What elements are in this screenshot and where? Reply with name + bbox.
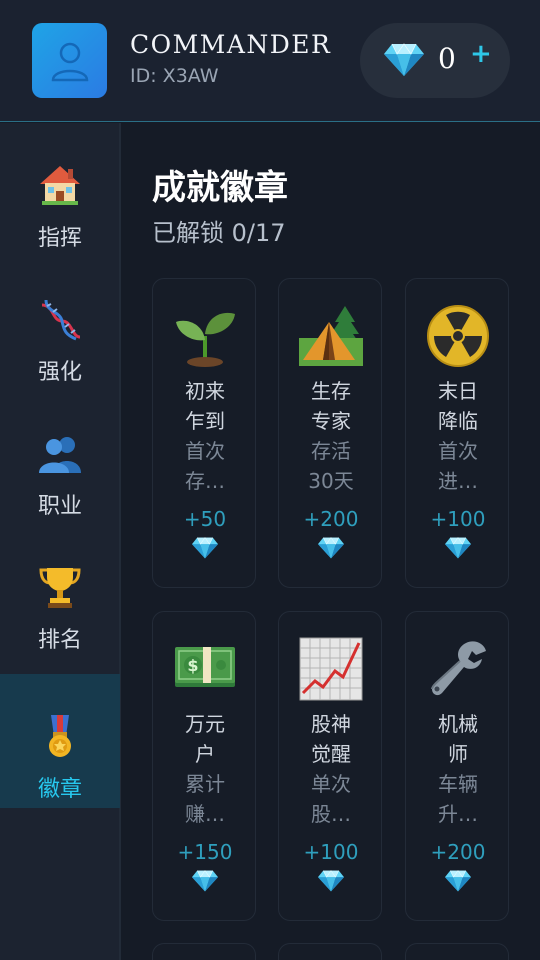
money-icon: $ <box>173 637 237 701</box>
sidebar-item-label: 排名 <box>37 628 82 653</box>
seedling-icon <box>173 304 237 368</box>
sidebar-item-label: 徽章 <box>37 777 82 802</box>
sidebar-item-profession[interactable]: 职业 <box>0 391 120 525</box>
badge-description: 首次 进… <box>438 439 478 493</box>
badge-reward: +100 <box>303 840 359 864</box>
avatar[interactable] <box>32 23 107 98</box>
badge-reward: +100 <box>430 507 486 531</box>
badge-description: 累计 赚… <box>185 772 225 826</box>
sidebar-item-ranking[interactable]: 排名 <box>0 525 120 659</box>
sidebar-item-command[interactable]: 指挥 <box>0 123 120 257</box>
badge-card[interactable] <box>152 943 256 960</box>
radioactive-icon <box>426 304 490 368</box>
badge-name: 机械师 <box>438 712 478 766</box>
dna-icon <box>38 297 82 341</box>
badge-name: 股神 觉醒 <box>311 712 351 766</box>
svg-text:$: $ <box>187 656 198 675</box>
sidebar-item-label: 强化 <box>37 360 82 385</box>
gem-icon <box>445 535 471 561</box>
badge-reward: +200 <box>430 840 486 864</box>
sidebar-item-enhance[interactable]: 强化 <box>0 257 120 391</box>
badge-card[interactable]: 机械师 车辆 升… +200 <box>405 611 509 921</box>
badge-description: 车辆 升… <box>438 772 478 826</box>
badge-description: 存活 30天 <box>308 439 354 493</box>
user-name: COMMANDER <box>130 30 332 59</box>
trophy-icon <box>38 565 82 609</box>
gem-icon <box>318 535 344 561</box>
gem-icon <box>445 868 471 894</box>
house-icon <box>38 163 82 207</box>
medal-icon <box>38 714 82 758</box>
badge-description: 单次 股… <box>311 772 351 826</box>
badge-name: 初来 乍到 <box>185 379 225 433</box>
badge-name: 生存 专家 <box>311 379 351 433</box>
main-content: 成就徽章 已解锁 0/17 初来 乍到 首次 存… +50 生存 专家 存活 3… <box>122 123 540 960</box>
badge-reward: +50 <box>183 507 227 531</box>
app-root: COMMANDER ID: X3AW 0 + 指挥 强化 职业 排名 徽章 成就… <box>0 0 540 960</box>
gem-icon <box>384 40 424 80</box>
badge-reward: +150 <box>177 840 233 864</box>
camping-icon <box>299 304 363 368</box>
people-icon <box>38 431 82 475</box>
badge-name: 末日 降临 <box>438 379 478 433</box>
sidebar-item-badges[interactable]: 徽章 <box>0 674 120 808</box>
gem-icon <box>192 535 218 561</box>
badge-card[interactable]: $ 万元户 累计 赚… +150 <box>152 611 256 921</box>
gem-count: 0 <box>438 42 456 75</box>
badge-card[interactable]: 初来 乍到 首次 存… +50 <box>152 278 256 588</box>
user-icon <box>51 42 88 81</box>
unlock-status: 已解锁 0/17 <box>152 219 286 247</box>
header: COMMANDER ID: X3AW 0 + <box>0 0 540 122</box>
add-gems-button[interactable]: + <box>470 41 492 67</box>
badge-card[interactable]: 股神 觉醒 单次 股… +100 <box>278 611 382 921</box>
badge-card[interactable] <box>278 943 382 960</box>
badge-reward: +200 <box>303 507 359 531</box>
page-title: 成就徽章 <box>152 168 288 208</box>
wrench-icon <box>426 637 490 701</box>
gem-icon <box>318 868 344 894</box>
badge-card[interactable] <box>405 943 509 960</box>
gem-icon <box>192 868 218 894</box>
badge-description: 首次 存… <box>185 439 225 493</box>
user-id: ID: X3AW <box>130 65 219 87</box>
sidebar-item-label: 职业 <box>37 494 82 519</box>
badge-card[interactable]: 末日 降临 首次 进… +100 <box>405 278 509 588</box>
sidebar-item-label: 指挥 <box>37 226 82 251</box>
badge-card[interactable]: 生存 专家 存活 30天 +200 <box>278 278 382 588</box>
chart-up-icon <box>299 637 363 701</box>
sidebar: 指挥 强化 职业 排名 徽章 <box>0 123 121 960</box>
badge-name: 万元户 <box>185 712 225 766</box>
